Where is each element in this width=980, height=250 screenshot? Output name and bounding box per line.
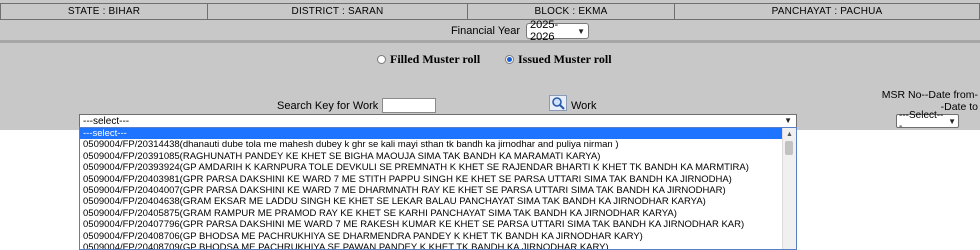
work-option[interactable]: 0509004/FP/20407796(GPR PARSA DAKSHINI M… [80, 219, 782, 230]
separator-band [0, 40, 980, 43]
work-select-value: ---select--- [83, 115, 130, 127]
block-cell: BLOCK : EKMA [467, 4, 674, 19]
dropdown-scrollbar[interactable]: ▲ [782, 128, 796, 249]
work-option[interactable]: 0509004/FP/20408709(GP BHODSA ME PACHRUK… [80, 242, 782, 249]
muster-roll-page: STATE : BIHAR DISTRICT : SARAN BLOCK : E… [0, 0, 980, 250]
issued-muster-roll-option[interactable]: Issued Muster roll [505, 52, 612, 67]
work-option[interactable]: 0509004/FP/20408706(GP BHODSA ME PACHRUK… [80, 231, 782, 242]
search-button[interactable] [549, 95, 567, 111]
msr-label-line1: MSR No--Date from- [881, 89, 978, 101]
msr-select[interactable]: ---Select--- ▼ [896, 110, 959, 132]
work-option[interactable]: 0509004/FP/20393924(GP AMDARIH K KARNPUR… [80, 162, 782, 173]
msr-select-value: ---Select--- [899, 110, 944, 132]
work-option[interactable]: 0509004/FP/20404007(GPR PARSA DAKSHINI K… [80, 185, 782, 196]
issued-radio-label: Issued Muster roll [518, 52, 612, 66]
financial-year-label: Financial Year [450, 25, 521, 37]
financial-year-row: Financial Year 2025-2026 ▼ [0, 19, 980, 43]
chevron-down-icon: ▼ [784, 116, 792, 125]
search-key-input[interactable] [382, 98, 436, 113]
filled-radio-label: Filled Muster roll [390, 52, 481, 66]
search-key-label: Search Key for Work [277, 100, 379, 112]
chevron-down-icon: ▼ [948, 116, 956, 126]
work-select[interactable]: ---select--- ▼ [79, 114, 797, 128]
filled-muster-roll-option[interactable]: Filled Muster roll [377, 52, 480, 67]
chevron-down-icon: ▼ [577, 26, 586, 36]
scroll-up-arrow-icon[interactable]: ▲ [783, 128, 796, 140]
work-option[interactable]: 0509004/FP/20403981(GPR PARSA DAKSHINI K… [80, 174, 782, 185]
panchayat-cell: PANCHAYAT : PACHUA [674, 4, 980, 19]
state-cell: STATE : BIHAR [0, 4, 207, 19]
search-icon [549, 95, 567, 111]
work-dropdown-list[interactable]: ---select--- 0509004/FP/20314438(dhanauti… [79, 127, 797, 250]
issued-radio[interactable] [505, 55, 514, 64]
scroll-thumb[interactable] [785, 141, 793, 155]
work-option[interactable]: 0509004/FP/20314438(dhanauti dube tola m… [80, 139, 782, 150]
work-option[interactable]: 0509004/FP/20405875(GRAM RAMPUR ME PRAMO… [80, 208, 782, 219]
work-option[interactable]: 0509004/FP/20404638(GRAM EKSAR ME LADDU … [80, 196, 782, 207]
financial-year-select[interactable]: 2025-2026 ▼ [526, 19, 590, 43]
location-header: STATE : BIHAR DISTRICT : SARAN BLOCK : E… [0, 3, 980, 20]
work-label: Work [571, 100, 597, 112]
work-option[interactable]: 0509004/FP/20391085(RAGHUNATH PANDEY KE … [80, 151, 782, 162]
muster-roll-type: Filled Muster roll Issued Muster roll [0, 52, 980, 68]
district-cell: DISTRICT : SARAN [207, 4, 467, 19]
work-options: ---select--- 0509004/FP/20314438(dhanauti… [80, 128, 782, 249]
work-option[interactable]: ---select--- [80, 128, 782, 140]
filled-radio[interactable] [377, 55, 386, 64]
